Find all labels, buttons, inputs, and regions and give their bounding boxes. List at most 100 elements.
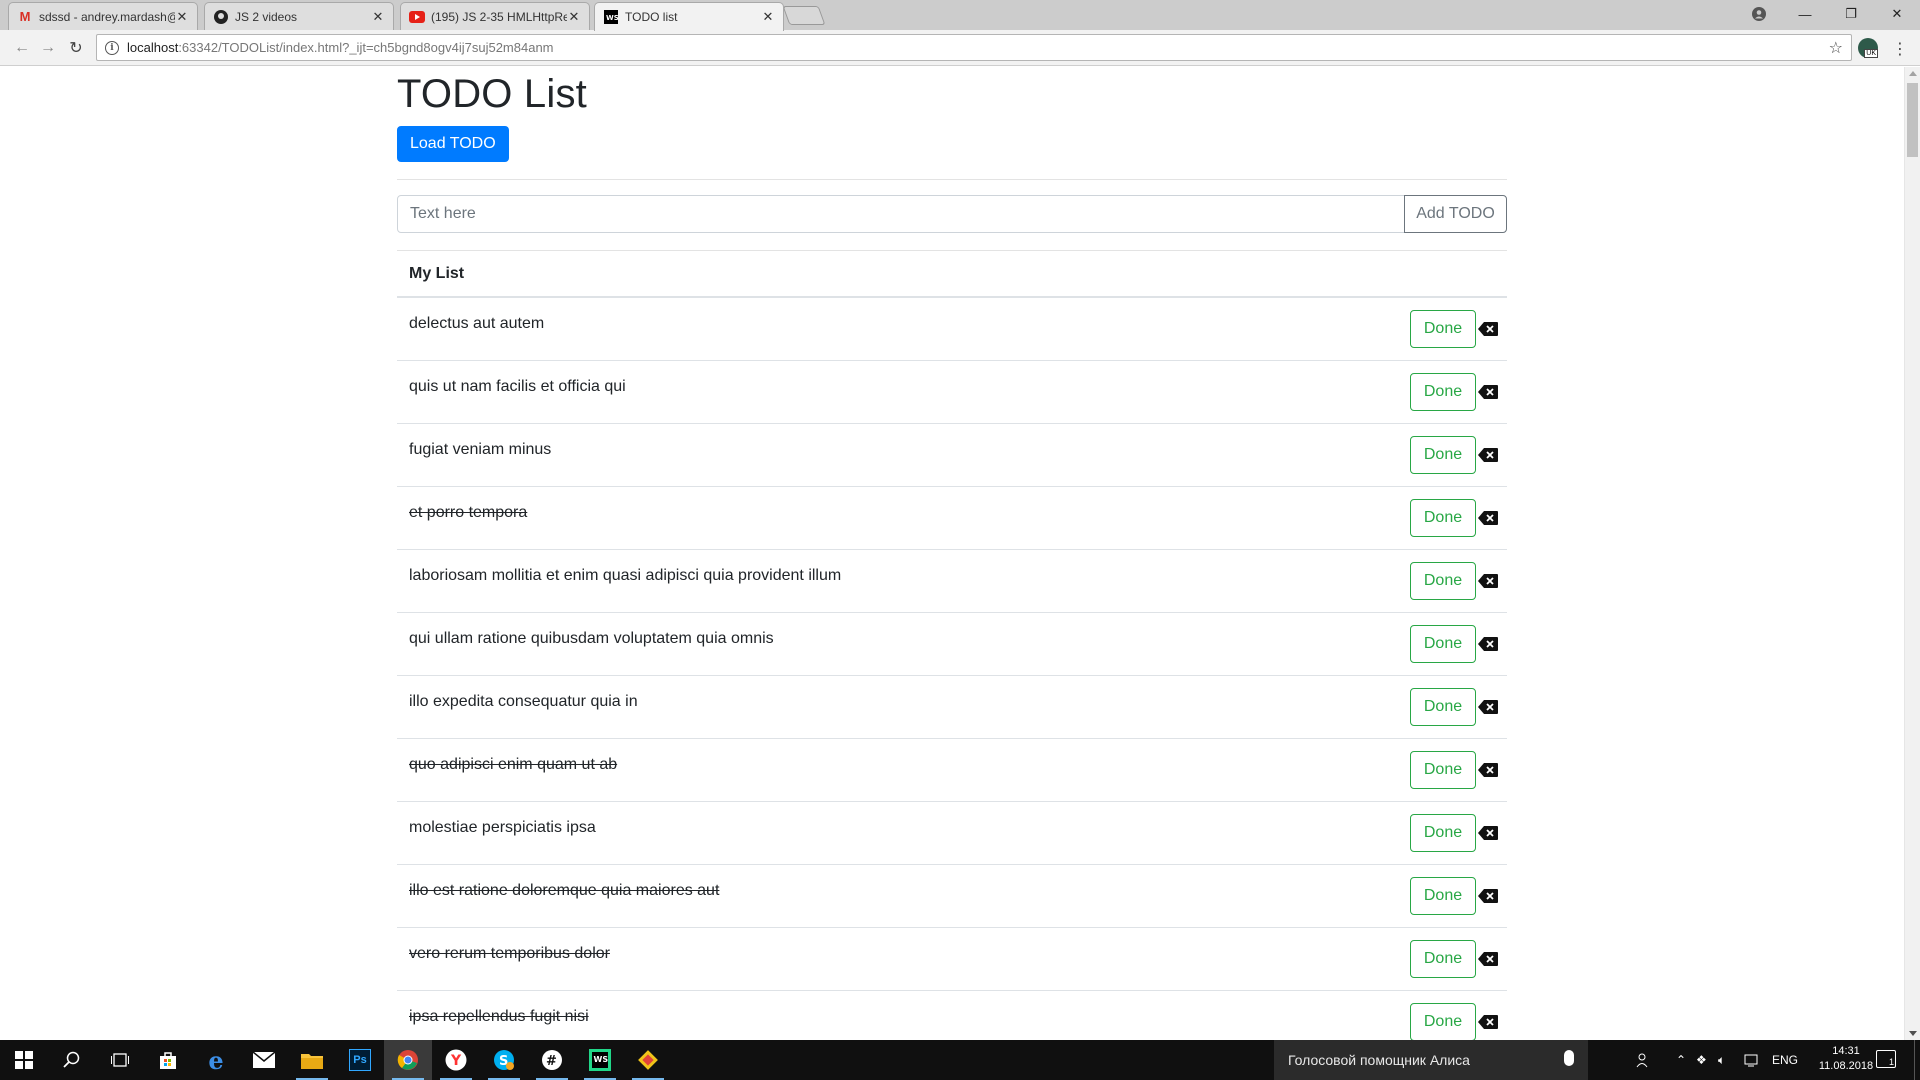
chrome-icon[interactable] [384,1040,432,1080]
reload-icon[interactable]: ↻ [66,38,86,58]
clock-time: 14:31 [1832,1045,1860,1057]
done-button[interactable]: Done [1410,625,1476,663]
dropbox-icon[interactable]: ❖ [1696,1040,1707,1080]
delete-backspace-icon[interactable] [1478,826,1498,840]
tab-title: TODO list [625,10,678,24]
browser-tab-gmail[interactable]: M sdssd - andrey.mardash@ ✕ [8,2,198,30]
skype-icon[interactable]: S [480,1040,528,1080]
bookmark-star-icon[interactable]: ☆ [1829,38,1843,58]
close-icon[interactable]: ✕ [761,9,775,25]
done-button[interactable]: Done [1410,436,1476,474]
scroll-up-arrow-icon[interactable] [1909,71,1917,76]
slack-icon[interactable]: # [528,1040,576,1080]
volume-icon[interactable]: 🔈︎ [1718,1040,1725,1080]
add-todo-form: Add TODO [397,195,1507,233]
page-scrollbar[interactable] [1904,67,1920,1040]
browser-tab-github[interactable]: JS 2 videos ✕ [204,2,394,30]
microphone-icon[interactable] [1564,1050,1574,1066]
delete-backspace-icon[interactable] [1478,637,1498,651]
done-button[interactable]: Done [1410,1003,1476,1040]
language-indicator[interactable]: ENG [1772,1040,1798,1080]
done-button[interactable]: Done [1410,373,1476,411]
git-icon[interactable] [624,1040,672,1080]
browser-tab-bar: M sdssd - andrey.mardash@ ✕ JS 2 videos … [0,0,1920,31]
delete-backspace-icon[interactable] [1478,1015,1498,1029]
done-button[interactable]: Done [1410,877,1476,915]
todo-item-text: ipsa repellendus fugit nisi [409,1008,589,1025]
done-button[interactable]: Done [1410,814,1476,852]
people-icon[interactable] [1636,1040,1652,1080]
photoshop-icon[interactable]: Ps [336,1040,384,1080]
browser-tab-todo[interactable]: WS TODO list ✕ [594,2,784,31]
yandex-browser-icon[interactable]: Y [432,1040,480,1080]
todo-item-text: quo adipisci enim quam ut ab [409,756,618,773]
minimize-icon[interactable]: — [1782,0,1828,28]
start-icon[interactable] [0,1040,48,1080]
delete-backspace-icon[interactable] [1478,574,1498,588]
show-hidden-icons-chevron-icon[interactable]: ⌃ [1676,1040,1686,1080]
delete-backspace-icon[interactable] [1478,889,1498,903]
done-button[interactable]: Done [1410,688,1476,726]
close-window-icon[interactable]: ✕ [1874,0,1920,28]
add-todo-button[interactable]: Add TODO [1404,195,1507,233]
close-icon[interactable]: ✕ [175,9,189,25]
info-icon[interactable]: i [105,40,119,55]
alice-voice-assistant-box[interactable]: Голосовой помощник Алиса [1274,1040,1588,1080]
delete-backspace-icon[interactable] [1478,385,1498,399]
svg-text:#: # [546,1054,557,1069]
done-button[interactable]: Done [1410,562,1476,600]
extension-icon[interactable]: UK [1858,38,1878,58]
network-icon[interactable] [1744,1040,1760,1080]
show-desktop-button[interactable] [1914,1040,1920,1080]
delete-backspace-icon[interactable] [1478,511,1498,525]
close-icon[interactable]: ✕ [371,9,385,25]
mail-icon[interactable] [240,1040,288,1080]
gmail-icon: M [19,9,31,24]
delete-backspace-icon[interactable] [1478,448,1498,462]
file-explorer-icon[interactable] [288,1040,336,1080]
list-header: My List [397,250,1507,298]
tab-title: (195) JS 2-35 HMLHttpRe [431,9,567,24]
forward-arrow-icon[interactable]: → [38,38,58,58]
todo-item: illo expedita consequatur quia in Done [397,676,1507,739]
todo-item: vero rerum temporibus dolor Done [397,928,1507,991]
edge-icon[interactable]: e [192,1040,240,1080]
todo-container: TODO List Load TODO Add TODO My List del… [397,67,1507,1040]
scroll-thumb[interactable] [1907,83,1918,157]
action-center-icon[interactable]: 1 [1876,1050,1896,1068]
profile-icon[interactable] [1736,0,1782,28]
todo-item: delectus aut autem Done [397,298,1507,361]
delete-backspace-icon[interactable] [1478,322,1498,336]
task-view-icon[interactable] [96,1040,144,1080]
assistant-label: Голосовой помощник Алиса [1288,1052,1470,1068]
done-button[interactable]: Done [1410,499,1476,537]
new-tab-button[interactable] [782,6,826,25]
svg-text:WS: WS [606,14,618,22]
delete-backspace-icon[interactable] [1478,763,1498,777]
done-button[interactable]: Done [1410,751,1476,789]
taskbar-clock[interactable]: 14:31 11.08.2018 [1818,1044,1874,1074]
browser-menu-icon[interactable]: ⋮ [1892,39,1908,59]
todo-text-input[interactable] [397,195,1405,233]
load-todo-button[interactable]: Load TODO [397,126,509,162]
done-button[interactable]: Done [1410,940,1476,978]
tab-title: sdssd - andrey.mardash@ [39,9,175,24]
back-arrow-icon[interactable]: ← [12,38,32,58]
store-icon[interactable] [144,1040,192,1080]
address-bar[interactable]: i localhost :63342/TODOList/index.html?_… [96,34,1852,61]
todo-item-text: et porro tempora [409,504,528,521]
svg-text:Y: Y [450,1053,462,1069]
webstorm-icon[interactable]: WS [576,1040,624,1080]
webstorm-icon: WS [603,9,619,25]
scroll-down-arrow-icon[interactable] [1909,1031,1917,1036]
browser-toolbar: ← → ↻ i localhost :63342/TODOList/index.… [0,30,1920,66]
delete-backspace-icon[interactable] [1478,700,1498,714]
restore-icon[interactable]: ❐ [1828,0,1874,28]
close-icon[interactable]: ✕ [567,9,581,25]
github-icon [213,9,229,25]
browser-tab-youtube[interactable]: (195) JS 2-35 HMLHttpRe ✕ [400,2,590,30]
done-button[interactable]: Done [1410,310,1476,348]
youtube-icon [409,9,425,25]
search-icon[interactable] [48,1040,96,1080]
delete-backspace-icon[interactable] [1478,952,1498,966]
